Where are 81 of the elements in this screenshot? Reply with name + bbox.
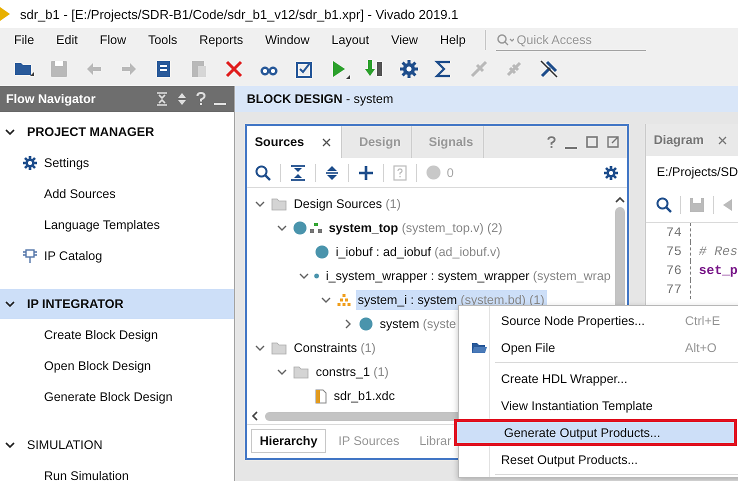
menu-item[interactable]: View Instantiation Template (459, 392, 738, 419)
folder-icon (270, 342, 287, 355)
shortcut-label: Ctrl+E (685, 314, 720, 328)
navigator-section[interactable]: IP INTEGRATOR (0, 289, 234, 319)
chevron-icon[interactable] (5, 128, 15, 136)
chevron-icon[interactable] (5, 441, 15, 449)
menu-item[interactable]: Help (428, 33, 477, 47)
close-icon[interactable] (718, 136, 727, 144)
menu-item[interactable]: Reports (188, 33, 254, 47)
navigator-item[interactable]: Generate Block Design (44, 390, 173, 404)
block-design-icon (336, 294, 351, 306)
header-title: BLOCK DESIGN - system (246, 92, 394, 106)
view-tab[interactable]: Hierarchy (250, 429, 326, 454)
quick-access-field[interactable]: Quick Access (516, 32, 637, 46)
search-icon (496, 32, 514, 46)
gear-icon (22, 154, 38, 170)
line-number: 74 (665, 225, 683, 240)
navigator-item[interactable]: Settings (44, 156, 90, 170)
add-icon[interactable] (358, 164, 374, 181)
close-icon[interactable] (223, 58, 245, 80)
panel-title: Flow Navigator (6, 92, 97, 106)
menu-item[interactable]: File (3, 33, 46, 47)
tree-item[interactable]: system_top (system_top.v) (2) (326, 218, 504, 238)
menu-item[interactable]: Tools (137, 33, 188, 47)
help-icon[interactable] (546, 136, 556, 148)
window-title: sdr_b1 - [E:/Projects/SDR-B1/Code/sdr_b1_v12/sdr_b1.xpr] - Vivado 2019.1 (20, 6, 458, 22)
scroll-left-icon[interactable] (250, 410, 259, 422)
chevron-icon[interactable] (5, 300, 15, 308)
menu-item[interactable]: View (380, 33, 429, 47)
file-icon (314, 388, 327, 404)
folder-icon (292, 366, 309, 379)
menu-item[interactable]: Create HDL Wrapper... (459, 365, 738, 392)
navigator-item[interactable]: Add Sources (44, 186, 116, 200)
tree-item[interactable]: i_iobuf : ad_iobuf (ad_iobuf.v) (334, 242, 502, 262)
close-icon[interactable] (322, 138, 332, 146)
expand-all-icon[interactable] (176, 92, 188, 106)
navigator-section[interactable]: SIMULATION (0, 430, 234, 460)
line-number: 76 (665, 263, 683, 278)
navigator-item[interactable]: Create Block Design (44, 328, 158, 342)
scroll-up-icon[interactable] (614, 196, 626, 204)
navigator-item[interactable]: Language Templates (44, 218, 160, 232)
help-icon[interactable] (196, 92, 206, 106)
menu-item[interactable]: Edit (45, 33, 89, 47)
expand-all-icon[interactable] (324, 164, 339, 181)
navigator-item[interactable]: Open Block Design (44, 358, 152, 372)
menu-item[interactable]: Layout (320, 33, 380, 47)
chip-icon (22, 248, 38, 264)
warning-dot-icon (426, 165, 441, 180)
menu-item[interactable]: Window (254, 33, 321, 47)
hierarchy-icon (310, 223, 322, 234)
float-icon[interactable] (606, 136, 619, 148)
settings-icon[interactable] (398, 58, 420, 80)
search-icon[interactable] (656, 197, 672, 213)
navigator-item[interactable]: IP Catalog (44, 248, 102, 262)
code-line: # Res (698, 244, 738, 259)
collapse-all-icon[interactable] (290, 164, 306, 181)
search-icon[interactable] (254, 164, 271, 181)
tree-item[interactable]: system (syste (378, 314, 458, 334)
tree-item[interactable]: Constraints (1) (292, 338, 378, 358)
file-path: E:/Projects/SD (656, 164, 738, 181)
line-number: 77 (665, 282, 683, 297)
tree-item[interactable]: constrs_1 (1) (314, 362, 391, 382)
warning-count: 0 (446, 166, 454, 180)
line-number: 75 (665, 244, 683, 259)
menu-item[interactable]: Flow (88, 33, 138, 47)
folder-icon (270, 198, 287, 211)
module-dot-icon (358, 317, 373, 332)
tree-item[interactable]: Design Sources (1) (292, 194, 403, 214)
code-line: set_p (698, 263, 738, 278)
settings-icon[interactable] (602, 164, 619, 181)
maximize-icon[interactable] (586, 136, 598, 148)
tree-item[interactable]: sdr_b1.xdc (332, 386, 397, 406)
menu-item[interactable]: Generate Output Products... (454, 419, 737, 446)
navigator-item[interactable]: Run Simulation (44, 468, 129, 481)
panel-tab[interactable]: Sources (246, 126, 342, 158)
shortcut-label: Alt+O (685, 340, 717, 354)
tree-item[interactable]: i_system_wrapper : system_wrapper (system_wrap (324, 266, 613, 286)
folder-icon (471, 342, 487, 354)
navigator-section[interactable]: PROJECT MANAGER (0, 117, 234, 147)
module-dot-icon (314, 245, 329, 260)
module-dot-icon (292, 221, 307, 236)
